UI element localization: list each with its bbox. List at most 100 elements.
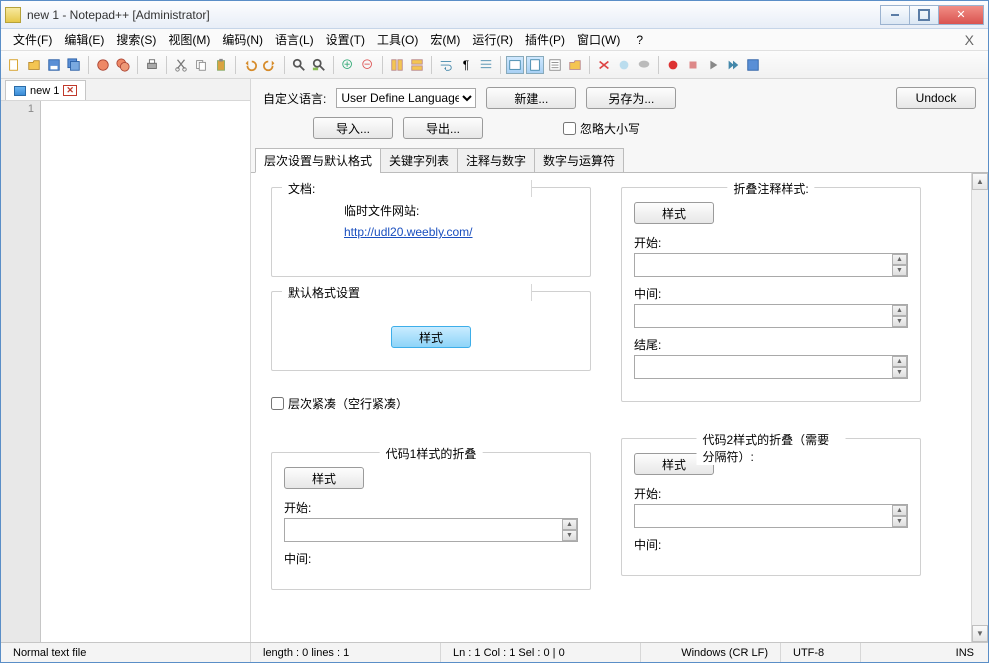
menubar-close-icon[interactable]: X: [957, 32, 982, 48]
print-icon[interactable]: [143, 56, 161, 74]
func-list-icon[interactable]: [546, 56, 564, 74]
save-macro-icon[interactable]: [744, 56, 762, 74]
replace-icon[interactable]: [310, 56, 328, 74]
tab-comment-number[interactable]: 注释与数字: [457, 148, 535, 173]
tab-keywords[interactable]: 关键字列表: [380, 148, 458, 173]
new-button[interactable]: 新建...: [486, 87, 576, 109]
compact-checkbox[interactable]: 层次紧凑（空行紧凑）: [271, 395, 591, 412]
minimize-button[interactable]: [880, 5, 910, 25]
tab-close-icon[interactable]: ✕: [63, 85, 77, 96]
folder-icon[interactable]: [566, 56, 584, 74]
menu-run[interactable]: 运行(R): [466, 29, 519, 50]
menu-encoding[interactable]: 编码(N): [216, 29, 269, 50]
menu-window[interactable]: 窗口(W): [571, 29, 626, 50]
status-filetype: Normal text file: [1, 643, 251, 662]
menu-macro[interactable]: 宏(M): [424, 29, 466, 50]
status-position: Ln : 1 Col : 1 Sel : 0 | 0: [441, 643, 641, 662]
fold1-start-input[interactable]: [284, 518, 578, 542]
undock-button[interactable]: Undock: [896, 87, 976, 109]
fold-comment-start-input[interactable]: [634, 253, 908, 277]
show-all-icon[interactable]: ¶: [457, 56, 475, 74]
fold2-start-label: 开始:: [634, 485, 908, 502]
undo-icon[interactable]: [241, 56, 259, 74]
temp-site-link[interactable]: http://udl20.weebly.com/: [344, 225, 473, 239]
paste-icon[interactable]: [212, 56, 230, 74]
fold1-mid-label: 中间:: [284, 550, 578, 567]
group-fold1: 代码1样式的折叠 样式 开始: ▲▼ 中间:: [271, 452, 591, 590]
menu-file[interactable]: 文件(F): [7, 29, 58, 50]
menu-view[interactable]: 视图(M): [162, 29, 216, 50]
open-file-icon[interactable]: [25, 56, 43, 74]
status-insert: INS: [861, 643, 988, 662]
toolbar: ¶: [1, 51, 988, 79]
comment-icon[interactable]: [635, 56, 653, 74]
group-fold-comment: 折叠注释样式: 样式 开始: ▲▼ 中间: ▲▼ 结尾:: [621, 187, 921, 402]
stop-icon[interactable]: [684, 56, 702, 74]
play-multi-icon[interactable]: [724, 56, 742, 74]
doc-map-icon[interactable]: [526, 56, 544, 74]
status-eol: Windows (CR LF): [641, 643, 781, 662]
wordwrap-icon[interactable]: [437, 56, 455, 74]
sync-h-icon[interactable]: [408, 56, 426, 74]
redo-icon[interactable]: [261, 56, 279, 74]
menu-plugins[interactable]: 插件(P): [519, 29, 571, 50]
fold2-start-input[interactable]: [634, 504, 908, 528]
spinner-icon[interactable]: ▲▼: [892, 505, 907, 527]
group-fold2-legend: 代码2样式的折叠（需要分隔符）:: [697, 431, 846, 465]
record-icon[interactable]: [664, 56, 682, 74]
zoom-out-icon[interactable]: [359, 56, 377, 74]
file-tabs: new 1 ✕: [1, 79, 250, 101]
tab-operators[interactable]: 数字与运算符: [534, 148, 624, 173]
default-style-button[interactable]: 样式: [391, 326, 471, 348]
find-icon[interactable]: [290, 56, 308, 74]
disk-icon: [14, 86, 26, 96]
indent-guide-icon[interactable]: [477, 56, 495, 74]
close-all-icon[interactable]: [114, 56, 132, 74]
close-file-icon[interactable]: [94, 56, 112, 74]
import-button[interactable]: 导入...: [313, 117, 393, 139]
play-icon[interactable]: [704, 56, 722, 74]
tab-folding-default[interactable]: 层次设置与默认格式: [255, 148, 381, 173]
close-button[interactable]: [938, 5, 984, 25]
spinner-icon[interactable]: ▲▼: [892, 305, 907, 327]
menu-edit[interactable]: 编辑(E): [58, 29, 110, 50]
group-document-legend: 文档:: [282, 180, 532, 197]
titlebar: new 1 - Notepad++ [Administrator]: [1, 1, 988, 29]
menu-language[interactable]: 语言(L): [269, 29, 320, 50]
maximize-button[interactable]: [909, 5, 939, 25]
file-tab-new1[interactable]: new 1 ✕: [5, 80, 86, 100]
fold-comment-style-button[interactable]: 样式: [634, 202, 714, 224]
menu-tools[interactable]: 工具(O): [371, 29, 424, 50]
spinner-icon[interactable]: ▲▼: [892, 356, 907, 378]
save-icon[interactable]: [45, 56, 63, 74]
zoom-in-icon[interactable]: [339, 56, 357, 74]
window-title: new 1 - Notepad++ [Administrator]: [27, 8, 881, 22]
language-select[interactable]: User Define Language: [336, 88, 476, 108]
menu-help[interactable]: ?: [630, 31, 649, 49]
vertical-scrollbar[interactable]: ▲ ▼: [971, 173, 988, 642]
saveas-button[interactable]: 另存为...: [586, 87, 676, 109]
spinner-icon[interactable]: ▲▼: [562, 519, 577, 541]
new-file-icon[interactable]: [5, 56, 23, 74]
udl-icon[interactable]: [506, 56, 524, 74]
monitor-icon[interactable]: [595, 56, 613, 74]
sync-v-icon[interactable]: [388, 56, 406, 74]
export-button[interactable]: 导出...: [403, 117, 483, 139]
fold1-style-button[interactable]: 样式: [284, 467, 364, 489]
scroll-down-icon[interactable]: ▼: [972, 625, 988, 642]
group-fold2: 代码2样式的折叠（需要分隔符）: 样式 开始: ▲▼ 中间:: [621, 438, 921, 576]
copy-icon[interactable]: [192, 56, 210, 74]
spinner-icon[interactable]: ▲▼: [892, 254, 907, 276]
menu-search[interactable]: 搜索(S): [110, 29, 162, 50]
line-gutter: 1: [1, 101, 41, 642]
text-area[interactable]: [41, 101, 250, 642]
fold-comment-mid-input[interactable]: [634, 304, 908, 328]
cut-icon[interactable]: [172, 56, 190, 74]
save-all-icon[interactable]: [65, 56, 83, 74]
spell-icon[interactable]: [615, 56, 633, 74]
menu-settings[interactable]: 设置(T): [320, 29, 371, 50]
statusbar: Normal text file length : 0 lines : 1 Ln…: [1, 642, 988, 662]
fold-comment-end-input[interactable]: [634, 355, 908, 379]
ignorecase-checkbox[interactable]: 忽略大小写: [563, 120, 640, 137]
scroll-up-icon[interactable]: ▲: [972, 173, 988, 190]
